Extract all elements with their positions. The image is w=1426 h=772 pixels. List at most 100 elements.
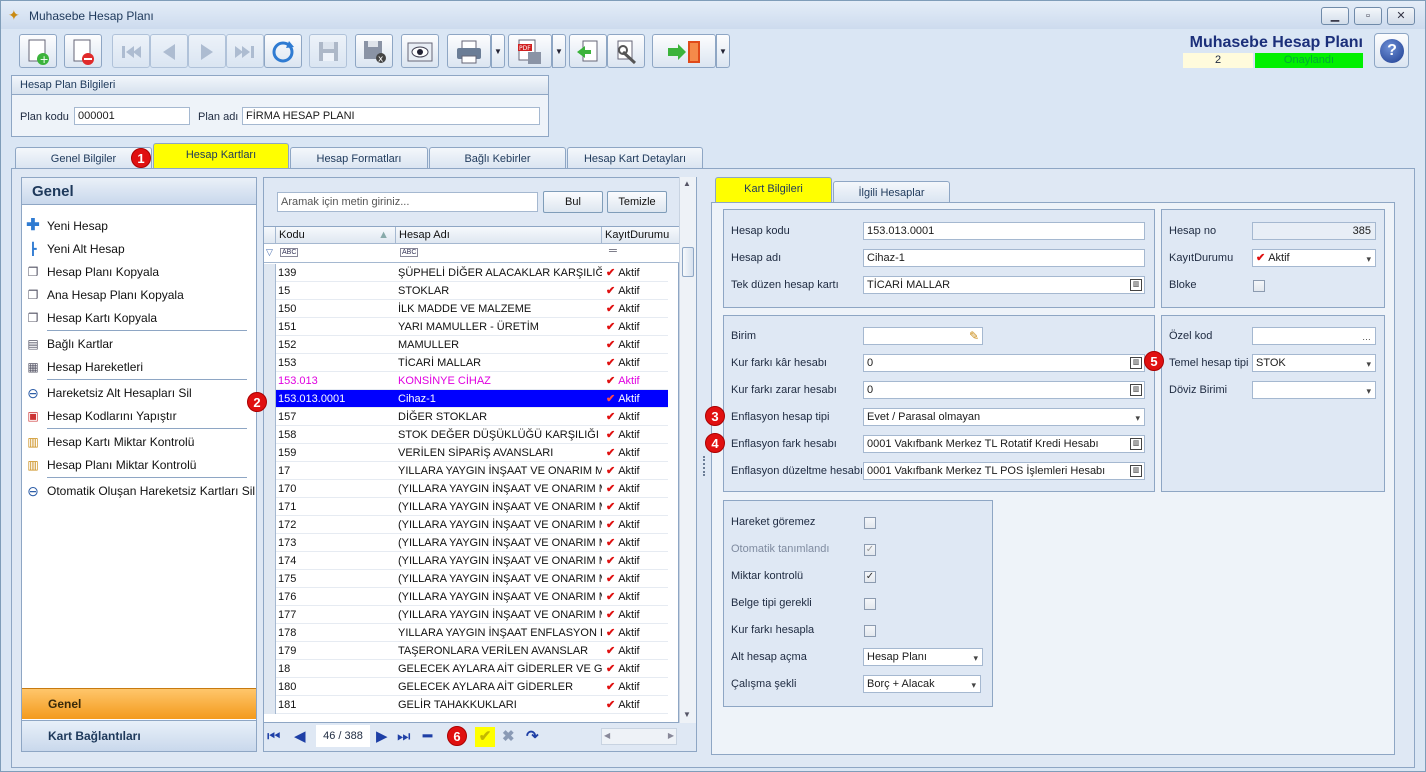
help-button[interactable]: ? (1374, 33, 1409, 68)
delete-document-button[interactable] (64, 34, 102, 68)
nav-first-button[interactable]: ⏮ (267, 727, 281, 747)
tools-button[interactable] (607, 34, 645, 68)
nav-prev-button[interactable]: ◀ (294, 727, 306, 747)
tab-hesap-formatlari[interactable]: Hesap Formatları (290, 147, 428, 169)
tab-hesap-kartlari[interactable]: Hesap Kartları (153, 143, 289, 169)
hareket-goremez-checkbox[interactable] (864, 517, 876, 529)
table-row[interactable]: 17 YILLARA YAYGIN İNŞAAT VE ONARIM MALİYE… (264, 462, 668, 480)
table-row[interactable]: 172 (YILLARA YAYGIN İNŞAAT VE ONARIM MALİ… (264, 516, 668, 534)
footer-genel-tab[interactable]: Genel (22, 688, 256, 719)
hesap-kodu-input[interactable]: 153.013.0001 (863, 222, 1145, 240)
table-row[interactable]: 178 YILLARA YAYGIN İNŞAAT ENFLASYON DÜZEL… (264, 624, 668, 642)
table-row[interactable]: 153 TİCARİ MALLAR ✔ Aktif (264, 354, 668, 372)
bloke-checkbox[interactable] (1253, 280, 1265, 292)
table-row[interactable]: 176 (YILLARA YAYGIN İNŞAAT VE ONARIM MALİ… (264, 588, 668, 606)
birim-input[interactable]: ✎ (863, 327, 983, 345)
table-row[interactable]: 153.013.0001 Cihaz-1 ✔ Aktif (264, 390, 668, 408)
table-row[interactable]: 179 TAŞERONLARA VERİLEN AVANSLAR ✔ Aktif (264, 642, 668, 660)
refresh-button[interactable] (264, 34, 302, 68)
table-row[interactable]: 151 YARI MAMULLER - ÜRETİM ✔ Aktif (264, 318, 668, 336)
table-row[interactable]: 152 MAMULLER ✔ Aktif (264, 336, 668, 354)
scroll-thumb[interactable] (682, 247, 694, 277)
minimize-button[interactable]: ▁ (1321, 7, 1349, 25)
search-input[interactable]: Aramak için metin giriniz... (277, 192, 538, 212)
belge-tipi-checkbox[interactable] (864, 598, 876, 610)
kur-farki-hesapla-checkbox[interactable] (864, 625, 876, 637)
otomatik-hareketsiz-sil-item[interactable]: ⊖ Otomatik Oluşan Hareketsiz Kartları Sil (25, 482, 255, 500)
table-row[interactable]: 181 GELİR TAHAKKUKLARI ✔ Aktif (264, 696, 668, 714)
alt-hesap-select[interactable]: Hesap Planı ▾ (863, 648, 983, 666)
hareketsiz-alt-hesaplari-sil-item[interactable]: ⊖ Hareketsiz Alt Hesapları Sil (25, 384, 192, 402)
table-row[interactable]: 158 STOK DEĞER DÜŞÜKLÜĞÜ KARŞILIĞI (-) ✔ Ak… (264, 426, 668, 444)
grid-header-hesap-adi[interactable]: Hesap Adı (396, 227, 602, 244)
grid-header-kodu[interactable]: Kodu ▲ (276, 227, 396, 244)
nav-delete-button[interactable]: ━ (423, 727, 432, 747)
table-row[interactable]: 150 İLK MADDE VE MALZEME ✔ Aktif (264, 300, 668, 318)
table-row[interactable]: 159 VERİLEN SİPARİŞ AVANSLARI ✔ Aktif (264, 444, 668, 462)
tab-hesap-kart-detaylari[interactable]: Hesap Kart Detayları (567, 147, 703, 169)
nav-last-button[interactable]: ⏭ (397, 727, 411, 747)
enf-duzeltme-input[interactable]: 0001 Vakıfbank Merkez TL POS İşlemleri H… (863, 462, 1145, 480)
lookup-pencil-icon[interactable]: ✎ (969, 328, 979, 344)
table-row[interactable]: 173 (YILLARA YAYGIN İNŞAAT VE ONARIM MALİ… (264, 534, 668, 552)
lookup-icon[interactable]: ▥ (1130, 279, 1142, 291)
nav-confirm-button[interactable]: ✔ (475, 727, 495, 747)
ellipsis-icon[interactable]: … (1362, 329, 1371, 344)
previous-record-button[interactable] (150, 34, 188, 68)
lookup-icon[interactable]: ▥ (1130, 465, 1142, 477)
calisma-select[interactable]: Borç + Alacak ▾ (863, 675, 981, 693)
print-dropdown-button[interactable]: ▼ (491, 34, 505, 68)
table-row[interactable]: 171 (YILLARA YAYGIN İNŞAAT VE ONARIM MALİ… (264, 498, 668, 516)
plan-name-input[interactable]: FİRMA HESAP PLANI (242, 107, 540, 125)
footer-kart-baglantilari-tab[interactable]: Kart Bağlantıları (22, 720, 256, 751)
close-button[interactable]: ✕ (1387, 7, 1415, 25)
yeni-hesap-item[interactable]: ✚ Yeni Hesap (25, 217, 108, 235)
exit-dropdown-button[interactable]: ▼ (716, 34, 730, 68)
grid-horizontal-scrollbar[interactable]: ◀ ▶ (601, 728, 677, 745)
hesap-adi-input[interactable]: Cihaz-1 (863, 249, 1145, 267)
yeni-alt-hesap-item[interactable]: ┣ Yeni Alt Hesap (25, 240, 124, 258)
miktar-checkbox[interactable]: ✓ (864, 571, 876, 583)
ozel-kod-input[interactable]: … (1252, 327, 1376, 345)
nav-cancel-button[interactable]: ✖ (502, 727, 515, 747)
pdf-export-button[interactable]: PDF (508, 34, 552, 68)
temel-tip-select[interactable]: STOK ▾ (1252, 354, 1376, 372)
table-row[interactable]: 153.013 KONSİNYE CİHAZ ✔ Aktif (264, 372, 668, 390)
exit-button[interactable] (652, 34, 716, 68)
bagli-kartlar-item[interactable]: ▤ Bağlı Kartlar (25, 335, 113, 353)
hesap-plani-miktar-kontrolu-item[interactable]: ▥ Hesap Planı Miktar Kontrolü (25, 456, 196, 474)
table-row[interactable]: 177 (YILLARA YAYGIN İNŞAAT VE ONARIM MALİ… (264, 606, 668, 624)
table-row[interactable]: 174 (YILLARA YAYGIN İNŞAAT VE ONARIM MALİ… (264, 552, 668, 570)
grid-header-kayit-durumu[interactable]: KayıtDurumu (602, 227, 680, 244)
enf-tipi-select[interactable]: Evet / Parasal olmayan ▾ (863, 408, 1145, 426)
next-record-button[interactable] (188, 34, 226, 68)
nav-next-button[interactable]: ▶ (376, 727, 388, 747)
nav-refresh-button[interactable]: ↷ (526, 727, 539, 747)
hesap-karti-miktar-kontrolu-item[interactable]: ▥ Hesap Kartı Miktar Kontrolü (25, 433, 194, 451)
first-record-button[interactable] (112, 34, 150, 68)
table-row[interactable]: 170 (YILLARA YAYGIN İNŞAAT VE ONARIM MALİ… (264, 480, 668, 498)
grid-vertical-scrollbar[interactable]: ▲ ▼ (679, 177, 696, 723)
preview-button[interactable] (401, 34, 439, 68)
table-row[interactable]: 139 ŞÜPHELİ DİĞER ALACAKLAR KARŞILIĞI (-)… (264, 264, 668, 282)
last-record-button[interactable] (226, 34, 264, 68)
splitter-handle[interactable] (703, 456, 706, 476)
kayit-durumu-select[interactable]: ✔ Aktif ▾ (1252, 249, 1376, 267)
tab-kart-bilgileri[interactable]: Kart Bilgileri (715, 177, 832, 203)
tab-ilgili-hesaplar[interactable]: İlgili Hesaplar (833, 181, 950, 203)
doviz-select[interactable]: ▾ (1252, 381, 1376, 399)
kur-kar-input[interactable]: 0 ▥ (863, 354, 1145, 372)
enf-fark-input[interactable]: 0001 Vakıfbank Merkez TL Rotatif Kredi H… (863, 435, 1145, 453)
find-button[interactable]: Bul (543, 191, 603, 213)
save-button[interactable] (309, 34, 347, 68)
clear-button[interactable]: Temizle (607, 191, 667, 213)
lookup-icon[interactable]: ▥ (1130, 357, 1142, 369)
table-row[interactable]: 180 GELECEK AYLARA AİT GİDERLER ✔ Aktif (264, 678, 668, 696)
import-button[interactable] (569, 34, 607, 68)
kur-zarar-input[interactable]: 0 ▥ (863, 381, 1145, 399)
lookup-icon[interactable]: ▥ (1130, 438, 1142, 450)
tek-duzen-input[interactable]: TİCARİ MALLAR ▥ (863, 276, 1145, 294)
hesap-plani-kopyala-item[interactable]: ❐ Hesap Planı Kopyala (25, 263, 159, 281)
plan-code-input[interactable]: 000001 (74, 107, 190, 125)
hesap-hareketleri-item[interactable]: ▦ Hesap Hareketleri (25, 358, 143, 376)
